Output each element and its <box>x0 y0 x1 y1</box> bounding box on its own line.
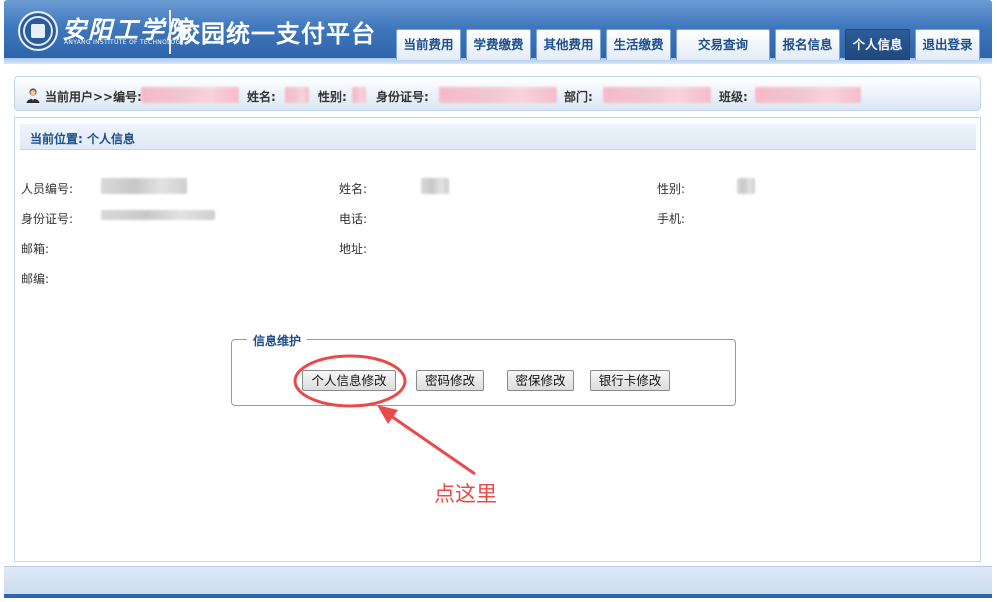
annotation-text: 点这里 <box>434 482 497 506</box>
redacted-user-id <box>141 87 239 103</box>
school-logo-english: ANYANG INSTITUTE OF TECHNOLOGY <box>64 39 185 46</box>
change-password-button[interactable]: 密码修改 <box>416 370 484 391</box>
person-number-label: 人员编号: <box>21 182 74 196</box>
redacted-id-number <box>101 210 215 220</box>
gender-label: 性别: <box>657 182 686 196</box>
name-label: 姓名: <box>339 182 368 196</box>
footer-line <box>4 594 992 598</box>
user-class-label: 班级: <box>719 90 748 104</box>
tab-personal-info[interactable]: 个人信息 <box>845 29 910 60</box>
tab-logout[interactable]: 退出登录 <box>915 29 980 60</box>
school-seal-icon <box>18 11 58 51</box>
current-user-bar: 当前用户>>编号: 姓名: 性别: 身份证号: 部门: 班级: <box>14 76 981 111</box>
redacted-user-id-card <box>439 87 557 103</box>
redacted-person-number <box>101 178 187 194</box>
breadcrumb-text: 当前位置: 个人信息 <box>30 132 135 146</box>
app-title: 校园统一支付平台 <box>176 20 376 48</box>
postcode-label: 邮编: <box>21 272 50 286</box>
footer-bar <box>4 566 992 596</box>
security-question-button[interactable]: 密保修改 <box>507 370 574 391</box>
redacted-name <box>421 178 449 194</box>
user-icon <box>26 88 40 103</box>
user-name-label: 姓名: <box>247 90 276 104</box>
bank-card-button[interactable]: 银行卡修改 <box>590 370 670 391</box>
tab-transaction-query[interactable]: 交易查询 <box>676 29 770 60</box>
breadcrumb: 当前位置: 个人信息 <box>20 124 976 150</box>
tab-other-fees[interactable]: 其他费用 <box>536 29 601 60</box>
user-department-label: 部门: <box>564 90 593 104</box>
redacted-gender <box>737 178 755 194</box>
phone-label: 电话: <box>339 212 368 226</box>
main-content-panel: 当前位置: 个人信息 人员编号: 姓名: 性别: 身份证号: 电话: 手机: 邮… <box>14 117 981 562</box>
user-id-card-label: 身份证号: <box>376 90 429 104</box>
email-label: 邮箱: <box>21 242 50 256</box>
mobile-label: 手机: <box>657 212 686 226</box>
id-number-label: 身份证号: <box>21 212 74 226</box>
logo-divider <box>169 10 171 54</box>
info-maintenance-legend: 信息维护 <box>247 332 308 349</box>
tab-tuition-payment[interactable]: 学费缴费 <box>466 29 531 60</box>
redacted-user-department <box>603 87 711 103</box>
address-label: 地址: <box>339 242 368 256</box>
tab-registration-info[interactable]: 报名信息 <box>775 29 840 60</box>
edit-profile-button[interactable]: 个人信息修改 <box>302 370 396 391</box>
user-id-label: 当前用户>>编号: <box>45 90 142 104</box>
user-gender-label: 性别: <box>318 90 347 104</box>
redacted-user-name <box>285 87 309 103</box>
tab-living-payment[interactable]: 生活缴费 <box>606 29 671 60</box>
tab-current-fees[interactable]: 当前费用 <box>396 29 461 60</box>
redacted-user-gender <box>352 87 366 103</box>
redacted-user-class <box>755 87 861 103</box>
